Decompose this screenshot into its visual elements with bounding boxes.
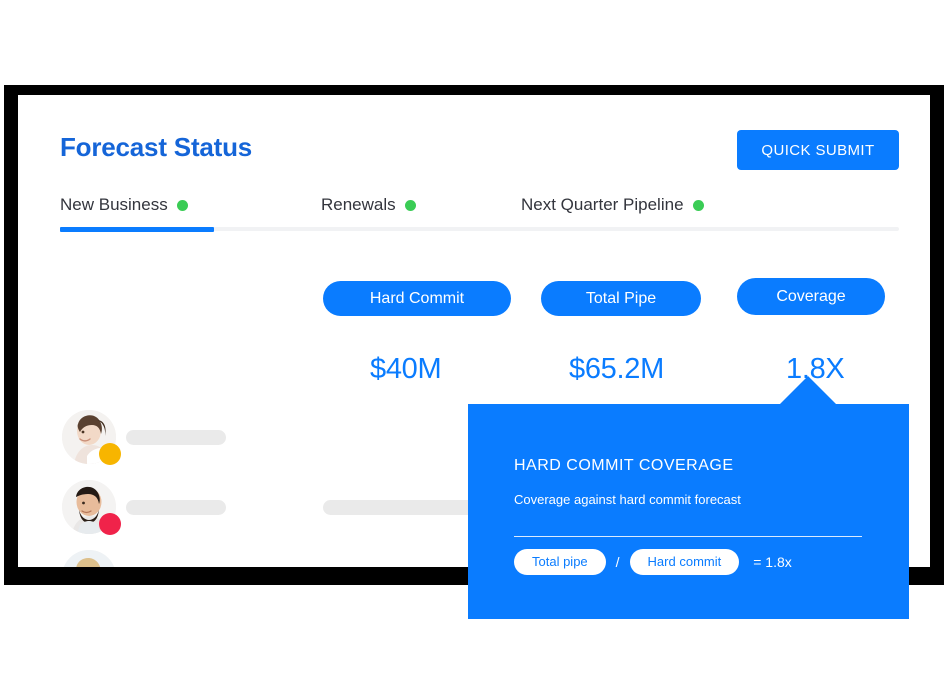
- tab-active-indicator: [60, 227, 214, 232]
- formula-pill-hard-commit[interactable]: Hard commit: [629, 549, 740, 575]
- status-dot-icon: [404, 199, 416, 211]
- tooltip-formula: Total pipe / Hard commit = 1.8x: [514, 549, 792, 575]
- coverage-tooltip: HARD COMMIT COVERAGE Coverage against ha…: [468, 404, 909, 619]
- metric-value-total-pipe: $65.2M: [569, 353, 664, 385]
- tab-next-quarter-pipeline[interactable]: Next Quarter Pipeline: [521, 195, 704, 215]
- formula-result: = 1.8x: [753, 554, 792, 570]
- status-dot-icon: [99, 443, 121, 465]
- metric-pill-hard-commit[interactable]: Hard Commit: [323, 281, 511, 316]
- tab-renewals-label: Renewals: [321, 195, 396, 214]
- tab-new-business[interactable]: New Business: [60, 195, 188, 215]
- name-placeholder: [126, 430, 226, 445]
- avatar: [62, 550, 116, 567]
- tooltip-subtitle: Coverage against hard commit forecast: [514, 492, 741, 507]
- name-placeholder: [126, 500, 226, 515]
- tooltip-divider: [514, 536, 862, 537]
- formula-pill-total-pipe[interactable]: Total pipe: [514, 549, 606, 575]
- tab-new-business-label: New Business: [60, 195, 168, 214]
- metric-pill-coverage[interactable]: Coverage: [737, 278, 885, 315]
- tooltip-arrow-icon: [779, 376, 837, 405]
- status-dot-icon: [99, 513, 121, 535]
- tab-next-quarter-pipeline-label: Next Quarter Pipeline: [521, 195, 684, 214]
- metric-pill-total-pipe[interactable]: Total Pipe: [541, 281, 701, 316]
- metric-value-hard-commit: $40M: [370, 353, 442, 385]
- tab-renewals[interactable]: Renewals: [321, 195, 416, 215]
- tooltip-title: HARD COMMIT COVERAGE: [514, 457, 734, 474]
- status-dot-icon: [176, 199, 188, 211]
- quick-submit-button[interactable]: QUICK SUBMIT: [737, 130, 899, 170]
- status-dot-icon: [692, 199, 704, 211]
- formula-operator: /: [615, 554, 620, 570]
- page-title: Forecast Status: [60, 132, 253, 162]
